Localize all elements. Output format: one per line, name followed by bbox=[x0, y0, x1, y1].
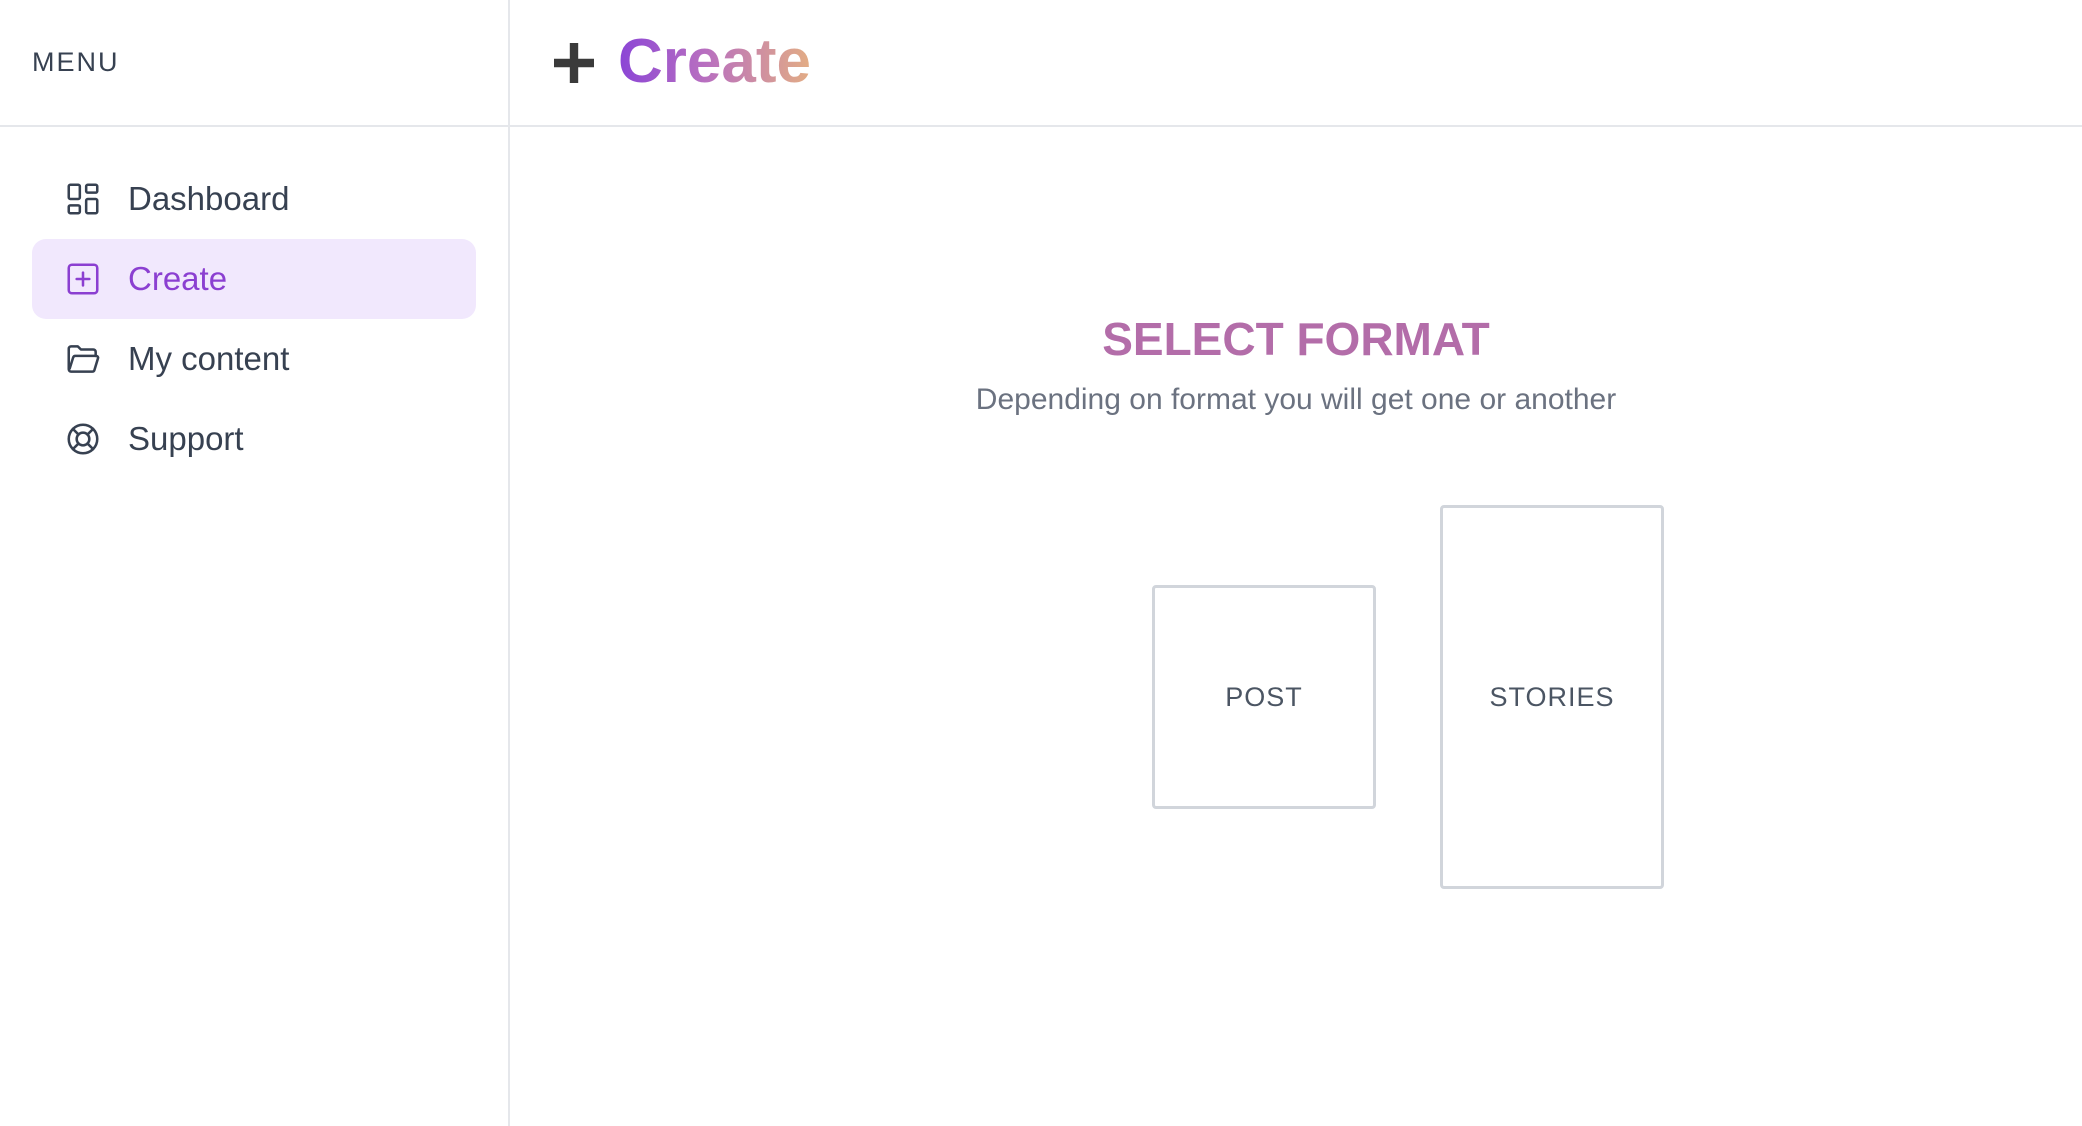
main-area: Create SELECT FORMAT Depending on format… bbox=[510, 0, 2082, 1126]
sidebar-nav: Dashboard Create My content Support bbox=[0, 127, 508, 479]
plus-square-icon bbox=[64, 260, 102, 298]
format-label: STORIES bbox=[1489, 681, 1615, 712]
sidebar-item-dashboard[interactable]: Dashboard bbox=[32, 159, 476, 239]
app-root: MENU Dashboard Create My content Support… bbox=[0, 0, 2082, 1126]
sidebar-item-label: Dashboard bbox=[128, 180, 290, 217]
sidebar-header: MENU bbox=[0, 0, 508, 127]
section-subtitle: Depending on format you will get one or … bbox=[975, 383, 1617, 416]
sidebar-item-my-content[interactable]: My content bbox=[32, 319, 476, 399]
format-stories-card[interactable]: STORIES bbox=[1440, 505, 1664, 889]
sidebar: MENU Dashboard Create My content Support bbox=[0, 0, 510, 1126]
sidebar-item-label: Support bbox=[128, 420, 244, 457]
format-post-card[interactable]: POST bbox=[1152, 585, 1376, 809]
format-label: POST bbox=[1225, 681, 1303, 712]
main-header: Create bbox=[510, 0, 2082, 127]
format-selection: SELECT FORMAT Depending on format you wi… bbox=[510, 127, 2082, 1126]
sidebar-item-label: My content bbox=[128, 340, 290, 377]
dashboard-icon bbox=[64, 180, 102, 218]
page-title: Create bbox=[618, 27, 811, 97]
sidebar-item-create[interactable]: Create bbox=[32, 239, 476, 319]
plus-icon bbox=[550, 39, 598, 87]
sidebar-item-label: Create bbox=[128, 260, 228, 297]
folder-open-icon bbox=[64, 340, 102, 378]
lifebuoy-icon bbox=[64, 420, 102, 458]
menu-title: MENU bbox=[32, 47, 120, 77]
sidebar-item-support[interactable]: Support bbox=[32, 399, 476, 479]
section-title: SELECT FORMAT bbox=[1102, 313, 1490, 365]
